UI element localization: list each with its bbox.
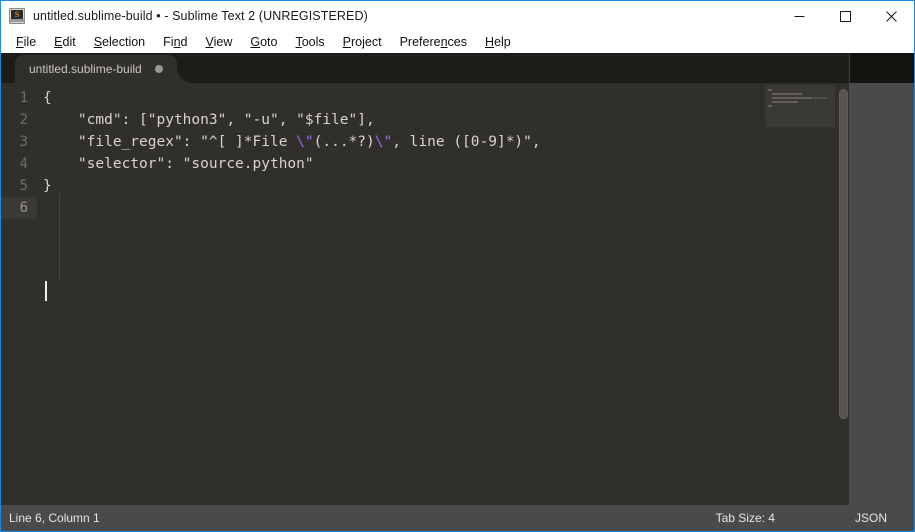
line-number-3: 3 [19,134,28,150]
tab-bar: untitled.sublime-build [1,53,914,83]
menu-preferences[interactable]: Preferences [391,32,476,52]
title-bar: S untitled.sublime-build • - Sublime Tex… [1,1,914,31]
line-number-gutter: 1 2 3 4 5 6 [1,83,37,505]
code-line-3[interactable]: "file_regex": "^[ ]*File \"(...*?)\", li… [43,131,541,153]
code-line-5[interactable]: } [43,175,52,197]
code-text: , line ([0-9]*)", [392,134,541,150]
tab-label: untitled.sublime-build [29,62,142,76]
code-line-2[interactable]: "cmd": ["python3", "-u", "$file"], [43,109,375,131]
menu-edit[interactable]: Edit [45,32,85,52]
menu-bar: File Edit Selection Find View Goto Tools Projec… [1,31,914,53]
menu-help[interactable]: Help [476,32,520,52]
caret-position-status: Line 6, Column 1 [9,511,100,525]
close-button[interactable] [868,1,914,31]
sublime-text-window: S untitled.sublime-build • - Sublime Tex… [0,0,915,532]
vertical-scrollbar[interactable] [837,83,849,505]
code-text: (...*?) [313,134,375,150]
tab-bar-right-filler [849,53,914,83]
line-number-5: 5 [19,178,28,194]
syntax-status[interactable]: JSON [855,511,887,525]
minimize-button[interactable] [776,1,822,31]
code-text: "cmd": ["python3", "-u", "$file"], [43,112,375,128]
maximize-button[interactable] [822,1,868,31]
menu-tools[interactable]: Tools [286,32,333,52]
panel-divider [849,53,850,83]
menu-view[interactable]: View [196,32,241,52]
right-side-panel [849,83,914,505]
tab-size-status[interactable]: Tab Size: 4 [716,511,775,525]
tab-modified-indicator-icon[interactable] [154,65,163,73]
line-number-1: 1 [19,90,28,106]
code-text: "file_regex": "^[ ]*File [43,134,297,150]
menu-goto[interactable]: Goto [241,32,286,52]
escape-sequence: \" [296,134,314,150]
code-line-1[interactable]: { [43,87,52,109]
code-text: } [43,178,52,194]
status-bar: Line 6, Column 1 Tab Size: 4 JSON [1,505,914,531]
escape-sequence: \" [374,134,393,150]
window-controls [776,1,914,31]
line-number-2: 2 [19,112,28,128]
window-title: untitled.sublime-build • - Sublime Text … [33,9,368,23]
menu-project[interactable]: Project [334,32,391,52]
code-line-4[interactable]: "selector": "source.python" [43,153,314,175]
line-number-4: 4 [19,156,28,172]
menu-file[interactable]: File [7,32,45,52]
text-cursor [45,281,47,301]
code-text: { [43,90,52,106]
sublime-text-icon: S [9,8,25,24]
code-text: "selector": "source.python" [43,156,314,172]
minimap-viewport[interactable] [765,85,835,127]
minimap[interactable] [763,83,837,505]
menu-find[interactable]: Find [154,32,196,52]
line-number-6: 6 [1,197,37,219]
menu-selection[interactable]: Selection [85,32,154,52]
vertical-scrollbar-thumb[interactable] [839,89,848,419]
indent-guide [59,193,60,281]
tab-untitled-sublime-build[interactable]: untitled.sublime-build [15,55,177,83]
code-editor[interactable]: 1 2 3 4 5 6 { "cmd": ["python3", "-u", "$file… [1,83,849,505]
